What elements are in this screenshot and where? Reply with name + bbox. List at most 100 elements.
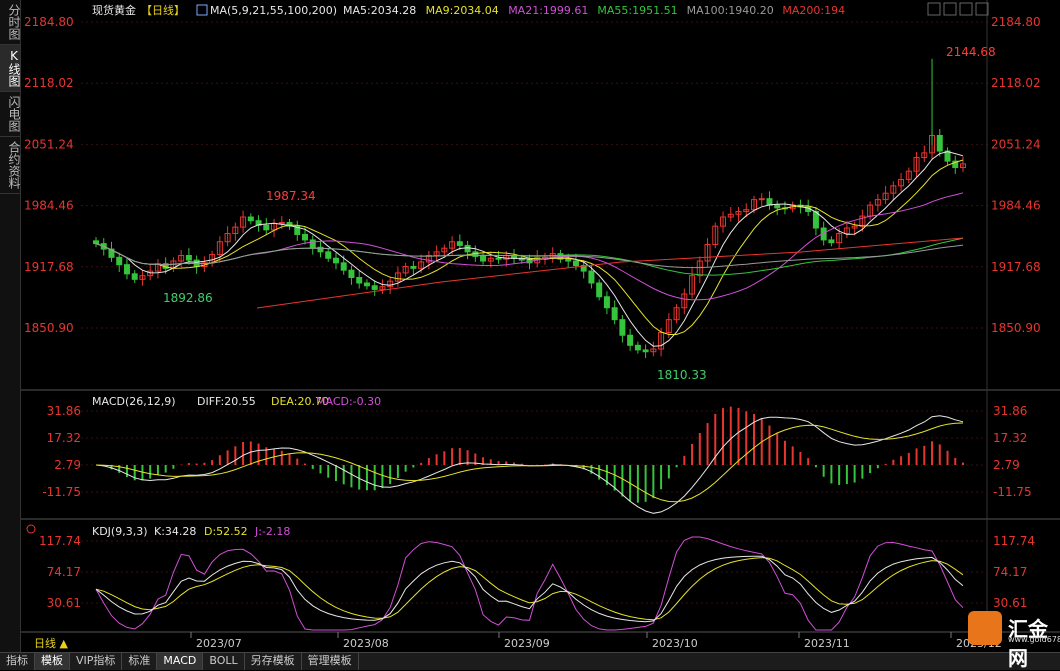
macd-axis-right-label: 31.86	[993, 404, 1027, 418]
candle-body	[596, 282, 603, 298]
month-label: 2023/11	[804, 637, 850, 650]
candle-body	[936, 134, 943, 152]
bottom-toolbar: 指标 模板 VIP指标 标准 MACD BOLL 另存模板 管理模板	[0, 652, 1060, 670]
bottom-tab-7[interactable]: 管理模板	[302, 653, 359, 670]
kdj-k-line	[95, 555, 964, 623]
ma-value-5: MA200:194	[782, 4, 845, 17]
candle-body	[611, 307, 618, 321]
kdj-axis-left-label: 30.61	[47, 596, 81, 610]
kdj-j: J:-2.18	[254, 525, 290, 538]
candle-body	[627, 334, 634, 346]
macd-axis-right-label: 2.79	[993, 458, 1020, 472]
candle-body	[93, 240, 99, 245]
macd-axis-left-label: -11.75	[42, 485, 81, 499]
sidebar-tab-2[interactable]: 闪电图	[0, 92, 21, 137]
candle-body	[619, 319, 626, 336]
month-label: 2023/07	[196, 637, 242, 650]
instrument-title: 现货黄金	[92, 3, 136, 17]
price-axis-left-label: 1984.46	[24, 199, 74, 213]
candle-body	[340, 262, 347, 271]
ma-settings-icon	[196, 4, 208, 16]
kdj-axis-right-label: 30.61	[993, 596, 1027, 610]
ma-value-0: MA5:2034.28	[343, 4, 416, 17]
low-annotation: 1810.33	[657, 368, 707, 382]
candle-body	[495, 257, 502, 260]
window-button-2	[959, 2, 973, 16]
bottom-tab-4[interactable]: MACD	[157, 653, 204, 670]
price-axis-left-label: 2051.24	[24, 137, 74, 151]
price-axis-right-label: 2118.02	[991, 76, 1041, 90]
candle-body	[131, 273, 138, 280]
candles-group	[93, 129, 966, 359]
macd-axis-left-label: 17.32	[47, 431, 81, 445]
candle-body	[828, 239, 835, 244]
price-axis-left-label: 1850.90	[24, 321, 74, 335]
candle-body	[371, 285, 378, 290]
candle-body	[565, 258, 572, 262]
kdj-settings-icon	[26, 524, 36, 534]
bottom-tab-5[interactable]: BOLL	[203, 653, 245, 670]
bottom-tab-3[interactable]: 标准	[122, 653, 158, 670]
bottom-tab-0[interactable]: 指标	[0, 653, 35, 670]
candle-body	[325, 251, 332, 259]
month-label: 2023/08	[343, 637, 389, 650]
kdj-axis-left-label: 117.74	[39, 534, 81, 548]
macd-dea-line	[95, 422, 964, 503]
sidebar: 分时图 K线图 闪电图 合约资料	[0, 0, 21, 652]
high-annotation: 2144.68	[946, 45, 996, 59]
sidebar-tab-3[interactable]: 合约资料	[0, 137, 21, 194]
candle-body	[309, 239, 316, 248]
macd-axis-left-label: 2.79	[54, 458, 81, 472]
macd-label: MACD(26,12,9)	[92, 395, 176, 408]
candle-body	[766, 198, 773, 206]
candle-body	[456, 241, 463, 246]
high-annotation: 1987.34	[266, 189, 316, 203]
candle-body	[348, 269, 355, 279]
macd-axis-left-label: 31.86	[47, 404, 81, 418]
candle-body	[464, 244, 471, 253]
kdj-axis-left-label: 74.17	[47, 565, 81, 579]
candle-body	[332, 257, 339, 264]
period-label: 【日线】	[141, 3, 185, 17]
chart-area[interactable]: 2184.80 2184.80 2118.02 2118.02 2051.24 2051.…	[21, 0, 1060, 652]
bottom-tab-1[interactable]: 模板	[35, 653, 70, 670]
macd-macd: MACD:-0.30	[316, 395, 381, 408]
candle-body	[634, 344, 641, 351]
candle-body	[116, 256, 123, 266]
candle-body	[302, 233, 309, 241]
kdj-k: K:34.28	[154, 525, 196, 538]
macd-bars-group	[102, 406, 964, 503]
month-label: 2023/10	[652, 637, 698, 650]
candle-body	[410, 266, 417, 269]
macd-axis-right-label: 17.32	[993, 431, 1027, 445]
ma-value-2: MA21:1999.61	[508, 4, 588, 17]
sidebar-tab-0[interactable]: 分时图	[0, 0, 21, 45]
kdj-label: KDJ(9,3,3)	[92, 525, 148, 538]
price-axis-right-label: 2184.80	[991, 15, 1041, 29]
low-annotation: 1892.86	[163, 291, 213, 305]
bottom-tab-2[interactable]: VIP指标	[70, 653, 123, 670]
bottom-tab-6[interactable]: 另存模板	[245, 653, 302, 670]
kdj-j-line	[95, 536, 964, 631]
macd-diff: DIFF:20.55	[197, 395, 256, 408]
price-axis-right-label: 1850.90	[991, 321, 1041, 335]
candle-body	[642, 349, 649, 353]
candle-body	[588, 270, 595, 284]
candle-body	[263, 224, 270, 231]
price-axis-right-label: 1917.68	[991, 260, 1041, 274]
candle-body	[363, 282, 370, 287]
candle-body	[758, 198, 765, 201]
candle-body	[603, 296, 610, 309]
ma-value-4: MA100:1940.20	[687, 4, 774, 17]
candle-body	[572, 260, 579, 267]
price-axis-right-label: 1984.46	[991, 199, 1041, 213]
period-indicator: 日线 ▲	[34, 636, 68, 650]
month-label: 2023/09	[504, 637, 550, 650]
ma-line-1	[95, 159, 964, 335]
candle-body	[278, 222, 285, 225]
sidebar-tab-1[interactable]: K线图	[0, 45, 21, 92]
ma-value-3: MA55:1951.51	[597, 4, 677, 17]
ma-value-1: MA9:2034.04	[426, 4, 499, 17]
candle-body	[774, 204, 781, 209]
window-button-0	[927, 2, 941, 16]
